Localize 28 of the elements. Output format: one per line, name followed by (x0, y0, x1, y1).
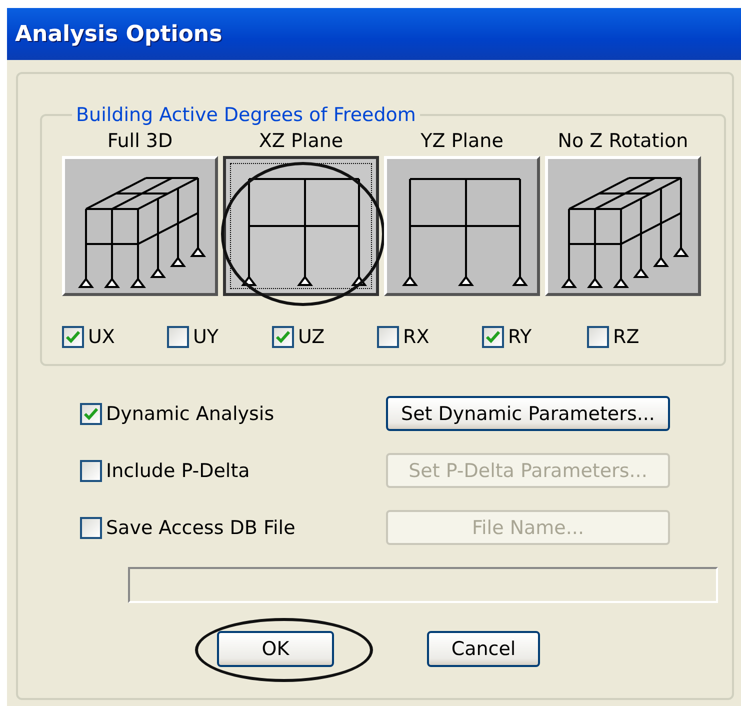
preset-label: YZ Plane (420, 130, 504, 152)
file-path-field[interactable] (128, 567, 718, 603)
checkbox[interactable] (80, 402, 102, 424)
checkbox-label: Save Access DB File (106, 516, 296, 538)
checkbox-label: RY (508, 326, 532, 348)
dialog-button[interactable]: Cancel (427, 631, 540, 667)
checkbox[interactable] (272, 326, 294, 348)
checkbox[interactable] (377, 326, 399, 348)
checkbox[interactable] (80, 460, 102, 482)
checkbox[interactable] (482, 326, 504, 348)
checkbox[interactable] (167, 326, 189, 348)
dialog-button[interactable]: OK (217, 631, 334, 667)
checkbox-label: UZ (298, 326, 325, 348)
preset-label: Full 3D (107, 130, 173, 152)
checkbox-label: Dynamic Analysis (106, 402, 274, 424)
window-title: Analysis Options (15, 22, 222, 46)
checkbox-label: UX (88, 326, 115, 348)
checkbox[interactable] (80, 516, 102, 538)
preset-label: XZ Plane (258, 130, 344, 152)
checkbox-label: UY (193, 326, 219, 348)
checkbox-label: Include P-Delta (106, 460, 250, 482)
checkbox[interactable] (62, 326, 84, 348)
checkbox[interactable] (587, 326, 609, 348)
checkbox-label: RZ (613, 326, 640, 348)
checkbox-label: RX (403, 326, 430, 348)
group-title: Building Active Degrees of Freedom (75, 104, 417, 126)
parameters-button[interactable]: Set Dynamic Parameters... (386, 396, 670, 431)
preset-label: No Z Rotation (558, 130, 688, 152)
